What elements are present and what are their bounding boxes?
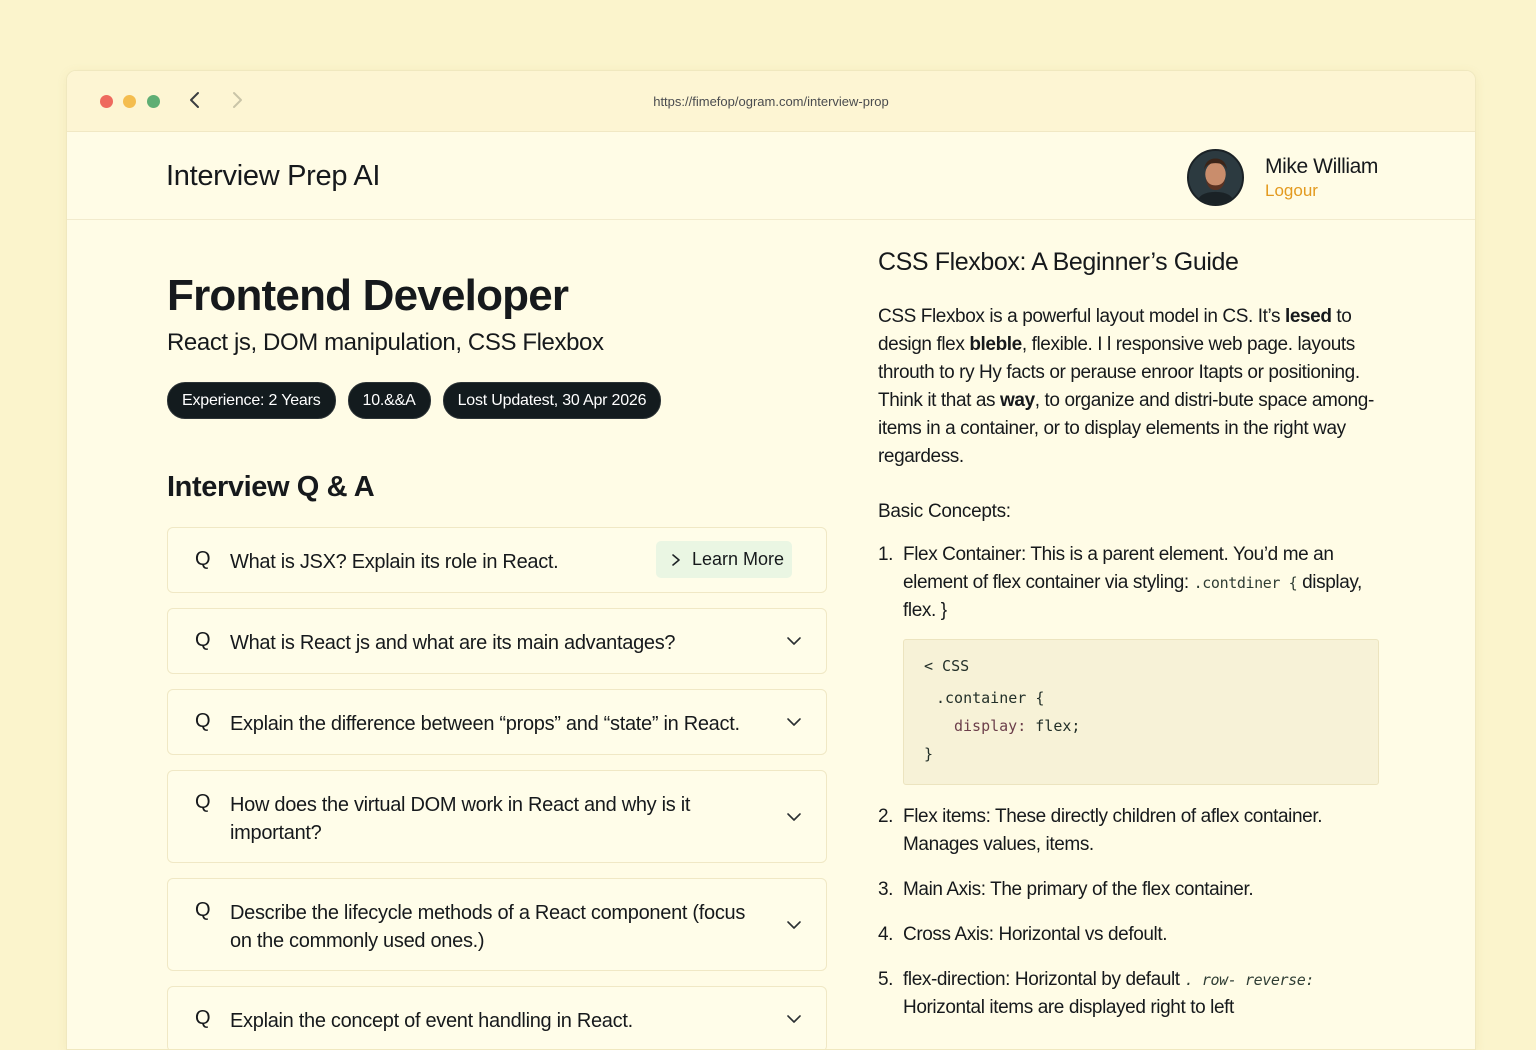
concept-body: Cross Axis: Horizontal vs defoult. (903, 921, 1384, 949)
article-title: CSS Flexbox: A Beginner’s Guide (878, 248, 1239, 276)
code-property: display: (954, 717, 1027, 735)
code-line: } (924, 745, 934, 763)
concept-number: 2. (878, 806, 894, 827)
concept-item: 2. Flex items: These directly children o… (878, 803, 1384, 859)
intro-bold: lesed (1284, 306, 1332, 327)
concept-body: Flex Container: This is a parent element… (903, 541, 1384, 625)
concept-number: 4. (878, 924, 894, 945)
code-language-label: < CSS (924, 657, 970, 675)
chevron-down-icon[interactable] (786, 715, 802, 729)
logout-link[interactable]: Logour (1265, 181, 1318, 201)
question-text: Describe the lifecycle methods of a Reac… (230, 902, 746, 952)
concept-term: Flex items: (903, 806, 991, 827)
q-marker: Q (195, 791, 211, 813)
concept-term: flex-direction: (903, 969, 1010, 990)
qa-item-virtual-dom[interactable]: Q How does the virtual DOM work in React… (167, 770, 827, 863)
concept-number: 3. (878, 879, 894, 900)
question-text: Explain the difference between “props” a… (230, 713, 740, 735)
concept-body: Flex items: These directly children of a… (903, 803, 1384, 859)
code-snippet[interactable]: < CSS .container { display: flex; } (903, 639, 1379, 785)
role-skills: React js, DOM manipulation, CSS Flexbox (167, 329, 604, 356)
concepts-list: 1. Flex Container: This is a parent elem… (878, 541, 1384, 1022)
qa-count-chip: 10.&&A (347, 382, 431, 419)
concept-item: 3. Main Axis: The primary of the flex co… (878, 876, 1384, 904)
qa-item-event-handling[interactable]: Q Explain the concept of event handling … (167, 986, 827, 1049)
learn-more-button[interactable]: Learn More (655, 541, 792, 578)
concept-number: 5. (878, 969, 894, 990)
concept-term: Main Axis: (903, 879, 986, 900)
inline-code: .contdiner { (1193, 574, 1298, 592)
learn-more-label: Learn More (691, 549, 784, 569)
concept-text: Horizontal vs defoult. (993, 924, 1168, 945)
chevron-right-icon (672, 553, 680, 566)
role-title: Frontend Developer (167, 271, 569, 320)
code-value: flex; (1026, 717, 1081, 735)
code-line: display: flex; (924, 712, 1358, 740)
qa-list: Q What is JSX? Explain its role in React… (167, 527, 827, 1049)
inline-code: . row- reverse: (1184, 971, 1315, 989)
concept-body: flex-direction: Horizontal by default . … (903, 966, 1384, 1022)
concept-text: The primary of the flex container. (985, 879, 1254, 900)
q-marker: Q (195, 548, 211, 570)
q-marker: Q (195, 1007, 211, 1029)
chevron-down-icon[interactable] (786, 810, 802, 824)
concept-item: 1. Flex Container: This is a parent elem… (878, 541, 1384, 625)
q-marker: Q (195, 629, 211, 651)
question-text: What is React js and what are its main a… (230, 632, 676, 654)
question-text: How does the virtual DOM work in React a… (230, 794, 691, 844)
browser-toolbar: https://fimefop/ogram.com/interview-prop (67, 71, 1475, 132)
chevron-down-icon[interactable] (786, 918, 802, 932)
q-marker: Q (195, 710, 211, 732)
code-block: < CSS .container { display: flex; } (878, 639, 1384, 785)
browser-window: https://fimefop/ogram.com/interview-prop… (66, 70, 1476, 1050)
address-bar[interactable]: https://fimefop/ogram.com/interview-prop (67, 94, 1475, 109)
q-marker: Q (195, 899, 211, 921)
last-updated-chip: Lost Updatest, 30 Apr 2026 (442, 382, 662, 419)
concept-term: Flex Container: (903, 544, 1026, 565)
article-panel: CSS Flexbox: A Beginner’s Guide CSS Flex… (878, 248, 1384, 1039)
qa-item-jsx[interactable]: Q What is JSX? Explain its role in React… (167, 527, 827, 593)
qa-item-react-advantages[interactable]: Q What is React js and what are its main… (167, 608, 827, 674)
concept-text: Horizontal by default (1010, 969, 1185, 990)
basic-concepts-heading: Basic Concepts: (878, 501, 1011, 522)
concept-text: Horizontal items are displayed right to … (903, 997, 1234, 1018)
concept-number: 1. (878, 544, 894, 565)
question-text: Explain the concept of event handling in… (230, 1010, 633, 1032)
app-header: Interview Prep AI Mike William Logour (67, 132, 1475, 220)
qa-item-props-state[interactable]: Q Explain the difference between “props”… (167, 689, 827, 755)
concept-body: Main Axis: The primary of the flex conta… (903, 876, 1384, 904)
role-panel: Frontend Developer React js, DOM manipul… (167, 271, 827, 1049)
concept-item: 4. Cross Axis: Horizontal vs defoult. (878, 921, 1384, 949)
intro-bold: bleble (969, 334, 1022, 355)
article-intro: CSS Flexbox is a powerful layout model i… (878, 303, 1384, 471)
chevron-down-icon[interactable] (786, 634, 802, 648)
user-name: Mike William (1265, 155, 1379, 178)
role-chips: Experience: 2 Years 10.&&A Lost Updatest… (167, 382, 827, 419)
concept-term: Cross Axis: (903, 924, 994, 945)
concept-item: 5. flex-direction: Horizontal by default… (878, 966, 1384, 1022)
qa-heading: Interview Q & A (167, 471, 375, 503)
experience-chip: Experience: 2 Years (167, 382, 336, 419)
qa-item-lifecycle[interactable]: Q Describe the lifecycle methods of a Re… (167, 878, 827, 971)
avatar[interactable] (1187, 149, 1244, 206)
intro-bold: way (1000, 390, 1035, 411)
intro-text: CSS Flexbox is a powerful layout model i… (878, 306, 1285, 327)
code-line: .container { (936, 689, 1045, 707)
brand-title: Interview Prep AI (166, 160, 381, 192)
